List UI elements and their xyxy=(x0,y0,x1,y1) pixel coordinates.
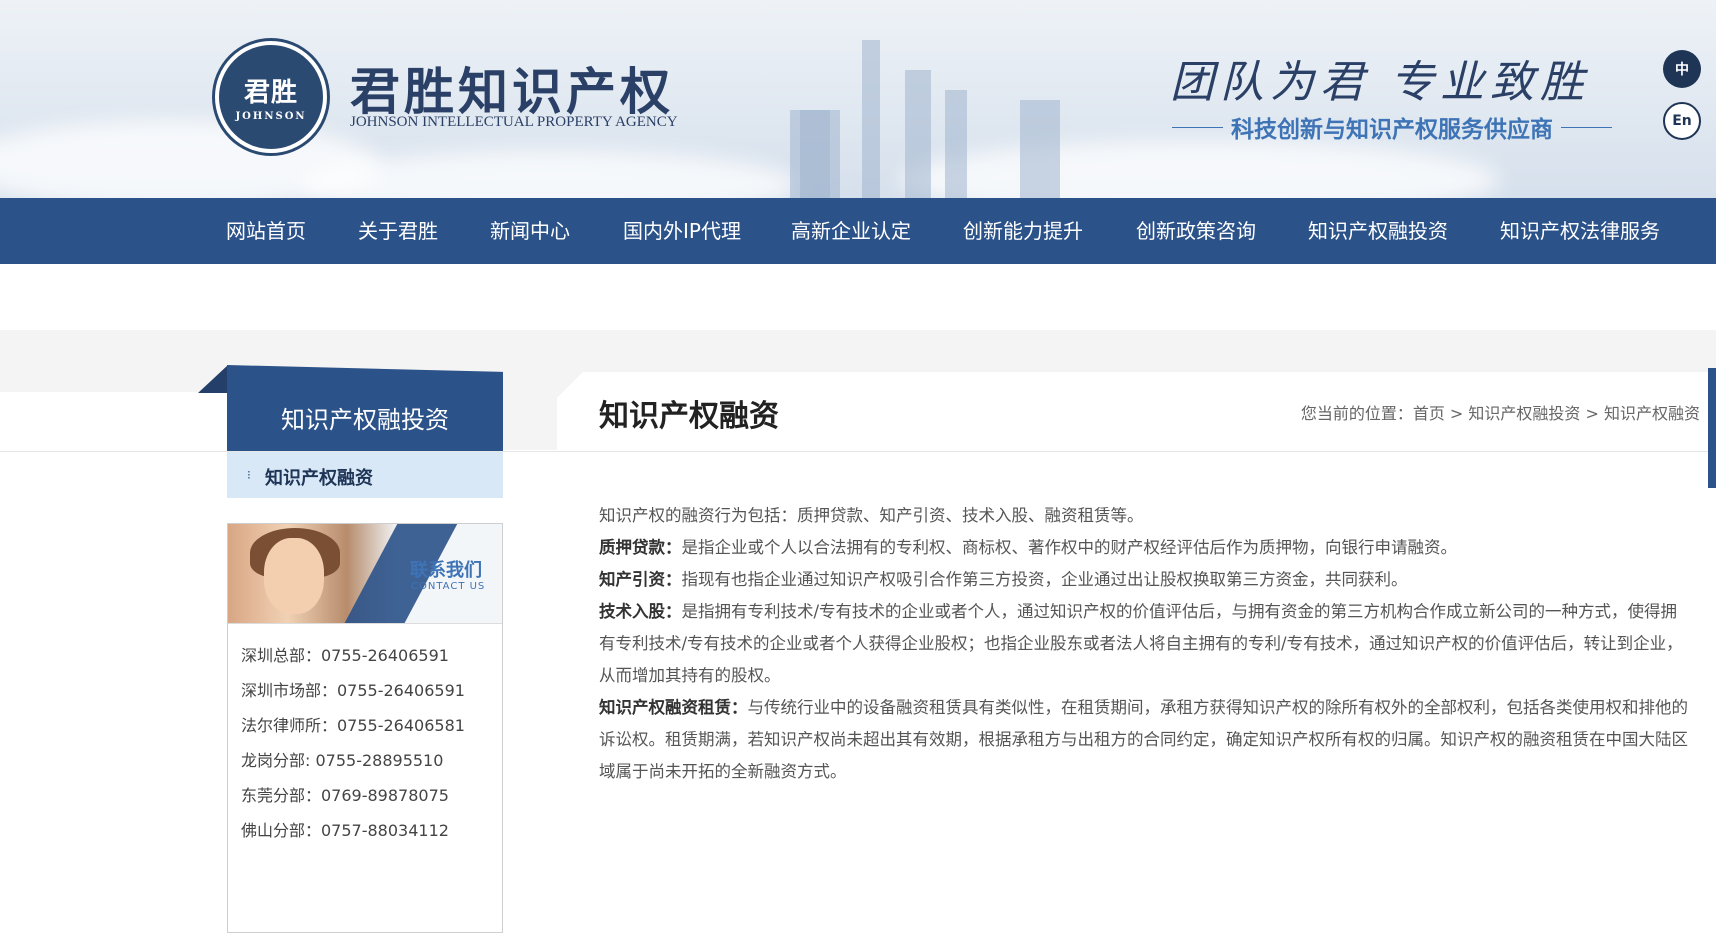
contact-line: 东莞分部：0769-89878075 xyxy=(241,786,449,805)
cloud-decoration xyxy=(900,140,1500,198)
content-paragraph: 质押贷款：是指企业或个人以合法拥有的专利权、商标权、著作权中的财产权经评估后作为… xyxy=(599,532,1689,564)
sidebar-item-label: 知识产权融资 xyxy=(265,468,373,489)
skyline-decoration xyxy=(1020,100,1060,198)
lang-en-button[interactable]: En xyxy=(1663,102,1701,140)
contact-line: 深圳市场部：0755-26406591 xyxy=(241,681,465,700)
sidebar-item-ip-finance[interactable]: ⁝ 知识产权融资 xyxy=(227,452,503,498)
nav-item-about[interactable]: 关于君胜 xyxy=(358,198,438,264)
nav-item-ip-agency[interactable]: 国内外IP代理 xyxy=(623,198,741,264)
skyline-decoration xyxy=(905,70,931,198)
side-tab-fold xyxy=(198,365,228,393)
logo-badge[interactable]: 君胜 JOHNSON xyxy=(215,41,327,153)
intro-paragraph: 知识产权的融资行为包括：质押贷款、知产引资、技术入股、融资租赁等。 xyxy=(599,506,1144,525)
brand-name-en: JOHNSON INTELLECTUAL PROPERTY AGENCY xyxy=(350,114,678,130)
nav-item-home[interactable]: 网站首页 xyxy=(226,198,306,264)
contact-line: 龙岗分部: 0755-28895510 xyxy=(241,751,444,770)
page-title: 知识产权融资 xyxy=(599,399,779,434)
nav-item-news[interactable]: 新闻中心 xyxy=(490,198,570,264)
slogan: 团队为君 专业致胜 xyxy=(1170,57,1590,108)
skyline-decoration xyxy=(862,40,880,198)
divider xyxy=(1561,126,1612,128)
content-paragraph: 技术入股：是指拥有专利技术/专有技术的企业或者个人，通过知识产权的价值评估后，与… xyxy=(599,596,1689,692)
term-text: 是指企业或个人以合法拥有的专利权、商标权、著作权中的财产权经评估后作为质押物，向… xyxy=(681,538,1458,557)
breadcrumb[interactable]: 您当前的位置：首页 > 知识产权融投资 > 知识产权融资 xyxy=(1301,400,1700,424)
term-label: 技术入股： xyxy=(599,602,682,621)
contact-banner[interactable]: 联系我们 CONTACT US xyxy=(228,524,502,624)
skyline-decoration xyxy=(800,110,840,198)
content-paragraph: 知识产权融资租赁：与传统行业中的设备融资租赁具有类似性，在租赁期间，承租方获得知… xyxy=(599,692,1689,788)
contact-line: 佛山分部：0757-88034112 xyxy=(241,821,449,840)
skyline-decoration xyxy=(945,90,967,198)
term-text: 指现有也指企业通过知识产权吸引合作第三方投资，企业通过出让股权换取第三方资金，共… xyxy=(681,570,1408,589)
contact-line: 法尔律师所：0755-26406581 xyxy=(241,716,465,735)
contact-box: 联系我们 CONTACT US 深圳总部：0755-26406591 深圳市场部… xyxy=(227,523,503,933)
lang-zh-button[interactable]: 中 xyxy=(1663,50,1701,88)
logo-badge-cn: 君胜 xyxy=(243,78,298,108)
term-label: 知产引资： xyxy=(599,570,682,589)
divider xyxy=(1172,126,1223,128)
term-label: 质押贷款： xyxy=(599,538,682,557)
band-white-left xyxy=(0,392,227,450)
nav-item-policy[interactable]: 创新政策咨询 xyxy=(1136,198,1256,264)
contact-title: 联系我们 xyxy=(410,560,482,581)
bullet-icon: ⁝ xyxy=(247,468,251,482)
site-header: 君胜 JOHNSON 君胜知识产权 JOHNSON INTELLECTUAL P… xyxy=(0,0,1716,198)
side-float-tab[interactable] xyxy=(1708,368,1716,488)
contact-line: 深圳总部：0755-26406591 xyxy=(241,646,449,665)
nav-item-ip-finance[interactable]: 知识产权融投资 xyxy=(1308,198,1448,264)
logo-badge-en: JOHNSON xyxy=(235,111,307,122)
contact-title-en: CONTACT US xyxy=(411,581,486,592)
photo-face xyxy=(264,538,324,614)
term-label: 知识产权融资租赁： xyxy=(599,698,748,717)
content-paragraph: 知产引资：指现有也指企业通过知识产权吸引合作第三方投资，企业通过出让股权换取第三… xyxy=(599,564,1689,596)
term-text: 是指拥有专利技术/专有技术的企业或者个人，通过知识产权的价值评估后，与拥有资金的… xyxy=(599,602,1683,685)
slogan-sub-text: 科技创新与知识产权服务供应商 xyxy=(1231,117,1553,143)
term-text: 与传统行业中的设备融资租赁具有类似性，在租赁期间，承租方获得知识产权的除所有权外… xyxy=(599,698,1688,781)
slogan-sub: 科技创新与知识产权服务供应商 xyxy=(1172,110,1612,144)
nav-item-innovation[interactable]: 创新能力提升 xyxy=(963,198,1083,264)
nav-item-hightech[interactable]: 高新企业认定 xyxy=(791,198,911,264)
sidebar-title: 知识产权融投资 xyxy=(281,406,449,434)
main-nav: 网站首页 关于君胜 新闻中心 国内外IP代理 高新企业认定 创新能力提升 创新政… xyxy=(0,198,1716,264)
nav-item-legal[interactable]: 知识产权法律服务 xyxy=(1500,198,1660,264)
